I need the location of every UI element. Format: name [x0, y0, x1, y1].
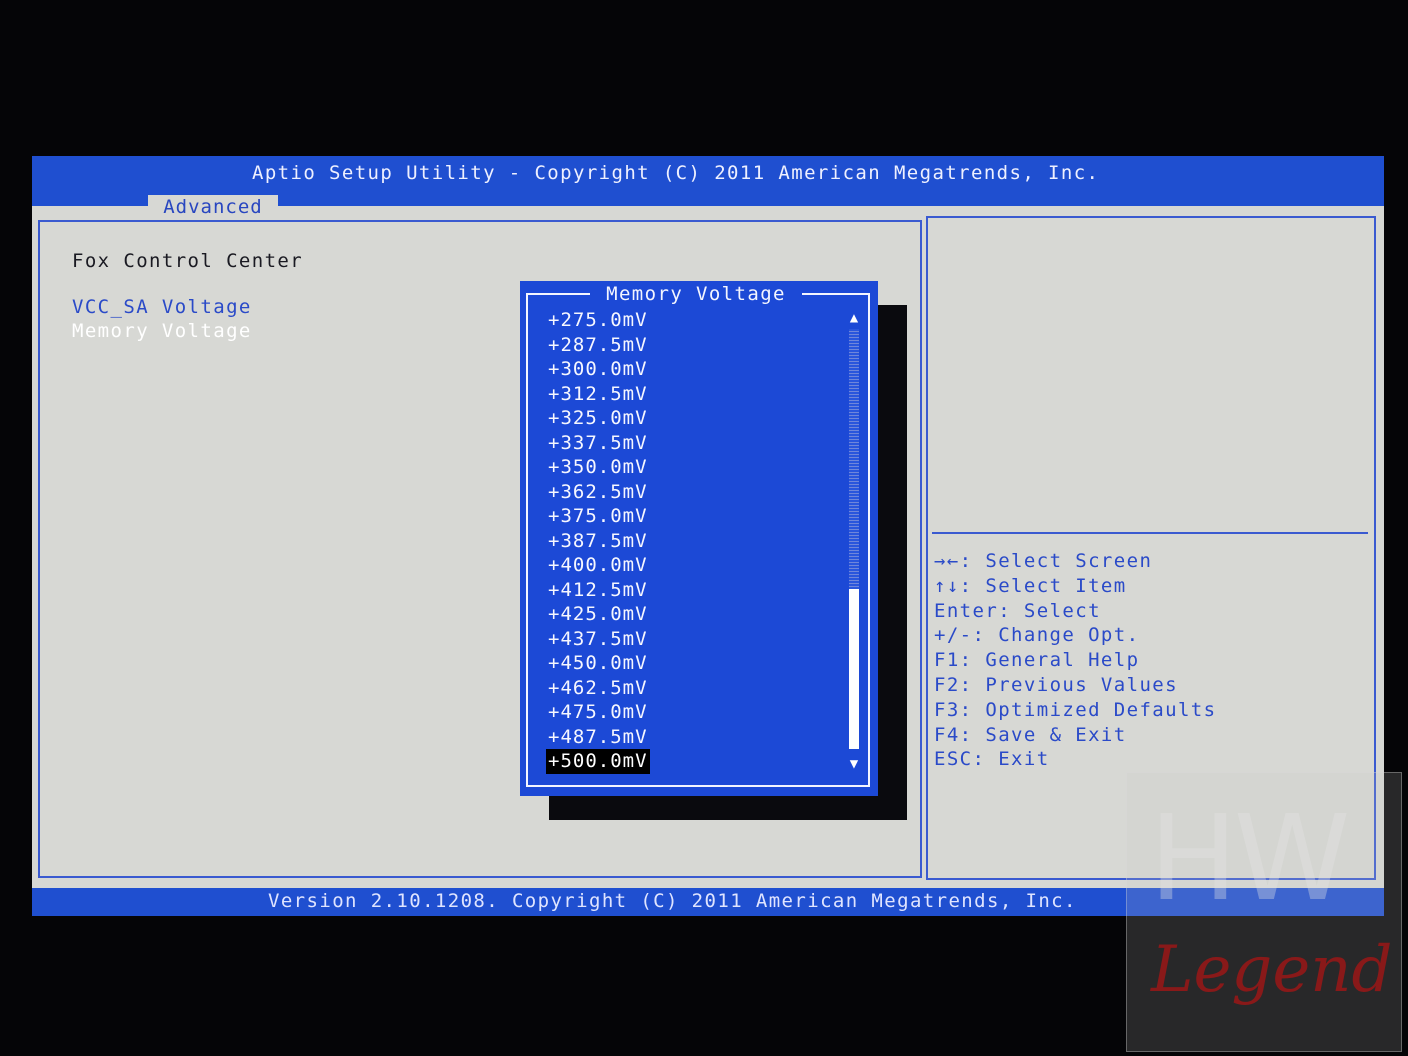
help-description: Save & Exit	[972, 723, 1127, 746]
help-line: F4: Save & Exit	[934, 724, 1127, 746]
help-description: Previous Values	[972, 674, 1178, 696]
scroll-down-arrow-icon[interactable]: ▼	[847, 757, 861, 771]
voltage-option-label: +462.5mV	[548, 676, 648, 699]
voltage-option[interactable]: +375.0mV	[546, 504, 650, 529]
help-description: Select Screen	[972, 550, 1153, 572]
help-line: +/-: Change Opt.	[934, 624, 1139, 646]
menu-item-memory-voltage[interactable]: Memory Voltage	[72, 320, 252, 342]
watermark-legend-text: Legend	[1151, 933, 1393, 1007]
section-title: Fox Control Center	[72, 250, 304, 272]
voltage-option-label: +350.0mV	[548, 456, 648, 478]
voltage-option-label: +312.5mV	[548, 382, 648, 405]
voltage-option[interactable]: +412.5mV	[546, 578, 650, 603]
menu-item-vcc-sa-voltage[interactable]: VCC_SA Voltage	[72, 296, 252, 318]
help-key: →←:	[934, 550, 973, 572]
voltage-option[interactable]: +325.0mV	[546, 406, 650, 431]
voltage-option-label: +437.5mV	[548, 627, 648, 650]
voltage-option[interactable]: +425.0mV	[546, 602, 650, 627]
voltage-option-label: +487.5mV	[548, 725, 648, 748]
voltage-option-label: +325.0mV	[548, 407, 648, 429]
voltage-option[interactable]: +337.5mV	[546, 431, 650, 456]
voltage-option-label: +375.0mV	[548, 505, 648, 527]
help-key: F1:	[934, 649, 973, 672]
help-line: ESC: Exit	[934, 748, 1050, 770]
help-line: F2: Previous Values	[934, 674, 1178, 696]
voltage-option-label: +300.0mV	[548, 358, 648, 380]
watermark-hw-text: HW	[1149, 789, 1350, 927]
voltage-option[interactable]: +312.5mV	[546, 382, 650, 407]
help-line: Enter: Select	[934, 600, 1101, 622]
voltage-option[interactable]: +437.5mV	[546, 627, 650, 652]
help-line: →←: Select Screen	[934, 550, 1152, 572]
voltage-option[interactable]: +500.0mV	[546, 749, 650, 774]
help-description: Change Opt.	[985, 624, 1140, 647]
voltage-option[interactable]: +350.0mV	[546, 455, 650, 480]
help-key: F4:	[934, 723, 973, 746]
help-key: ↑↓:	[934, 574, 973, 597]
voltage-option[interactable]: +300.0mV	[546, 357, 650, 382]
tab-advanced[interactable]: Advanced	[148, 195, 278, 220]
help-line: F1: General Help	[934, 649, 1139, 671]
voltage-option-label: +475.0mV	[548, 701, 648, 723]
help-key: F2:	[934, 674, 973, 696]
voltage-option[interactable]: +400.0mV	[546, 553, 650, 578]
help-line: ↑↓: Select Item	[934, 575, 1127, 597]
help-description: Select	[1011, 599, 1101, 622]
voltage-option-list: +275.0mV +287.5mV +300.0mV +312.5mV +325.0mV…	[546, 308, 650, 774]
help-description: General Help	[972, 649, 1140, 672]
voltage-option[interactable]: +287.5mV	[546, 333, 650, 358]
popup-scrollbar[interactable]: ▲ ▼	[847, 311, 861, 771]
hwlegend-watermark-logo: HW Legend	[1126, 772, 1402, 1052]
help-key: ESC:	[934, 748, 986, 771]
help-divider	[932, 532, 1368, 534]
voltage-option[interactable]: +450.0mV	[546, 651, 650, 676]
voltage-option-label: +275.0mV	[548, 309, 648, 331]
voltage-option[interactable]: +275.0mV	[546, 308, 650, 333]
voltage-option[interactable]: +462.5mV	[546, 676, 650, 701]
title-bar: Aptio Setup Utility - Copyright (C) 2011…	[32, 156, 1384, 220]
voltage-option[interactable]: +362.5mV	[546, 480, 650, 505]
memory-voltage-popup: Memory Voltage +275.0mV +287.5mV +300.0mV +…	[520, 281, 878, 796]
voltage-option-label: +387.5mV	[548, 529, 648, 552]
scroll-up-arrow-icon[interactable]: ▲	[847, 311, 861, 325]
voltage-option[interactable]: +387.5mV	[546, 529, 650, 554]
popup-title: Memory Voltage	[590, 283, 802, 305]
help-description: Optimized Defaults	[972, 698, 1217, 721]
voltage-option-label: +425.0mV	[548, 603, 648, 625]
voltage-option-label: +450.0mV	[548, 652, 648, 674]
voltage-option-label: +337.5mV	[548, 431, 648, 454]
voltage-option-label: +400.0mV	[548, 554, 648, 576]
voltage-option-selected-label: +500.0mV	[546, 749, 650, 774]
version-text: Version 2.10.1208. Copyright (C) 2011 Am…	[268, 890, 1077, 912]
help-description: Select Item	[972, 574, 1127, 597]
help-key: F3:	[934, 698, 973, 721]
help-description: Exit	[985, 748, 1050, 771]
help-key: Enter:	[934, 599, 1012, 622]
utility-title: Aptio Setup Utility - Copyright (C) 2011…	[252, 162, 1100, 184]
help-line: F3: Optimized Defaults	[934, 699, 1216, 721]
help-key: +/-:	[934, 624, 986, 647]
voltage-option[interactable]: +475.0mV	[546, 700, 650, 725]
voltage-option-label: +362.5mV	[548, 480, 648, 503]
voltage-option-label: +412.5mV	[548, 578, 648, 601]
voltage-option[interactable]: +487.5mV	[546, 725, 650, 750]
scroll-thumb[interactable]	[849, 589, 859, 749]
voltage-option-label: +287.5mV	[548, 333, 648, 356]
